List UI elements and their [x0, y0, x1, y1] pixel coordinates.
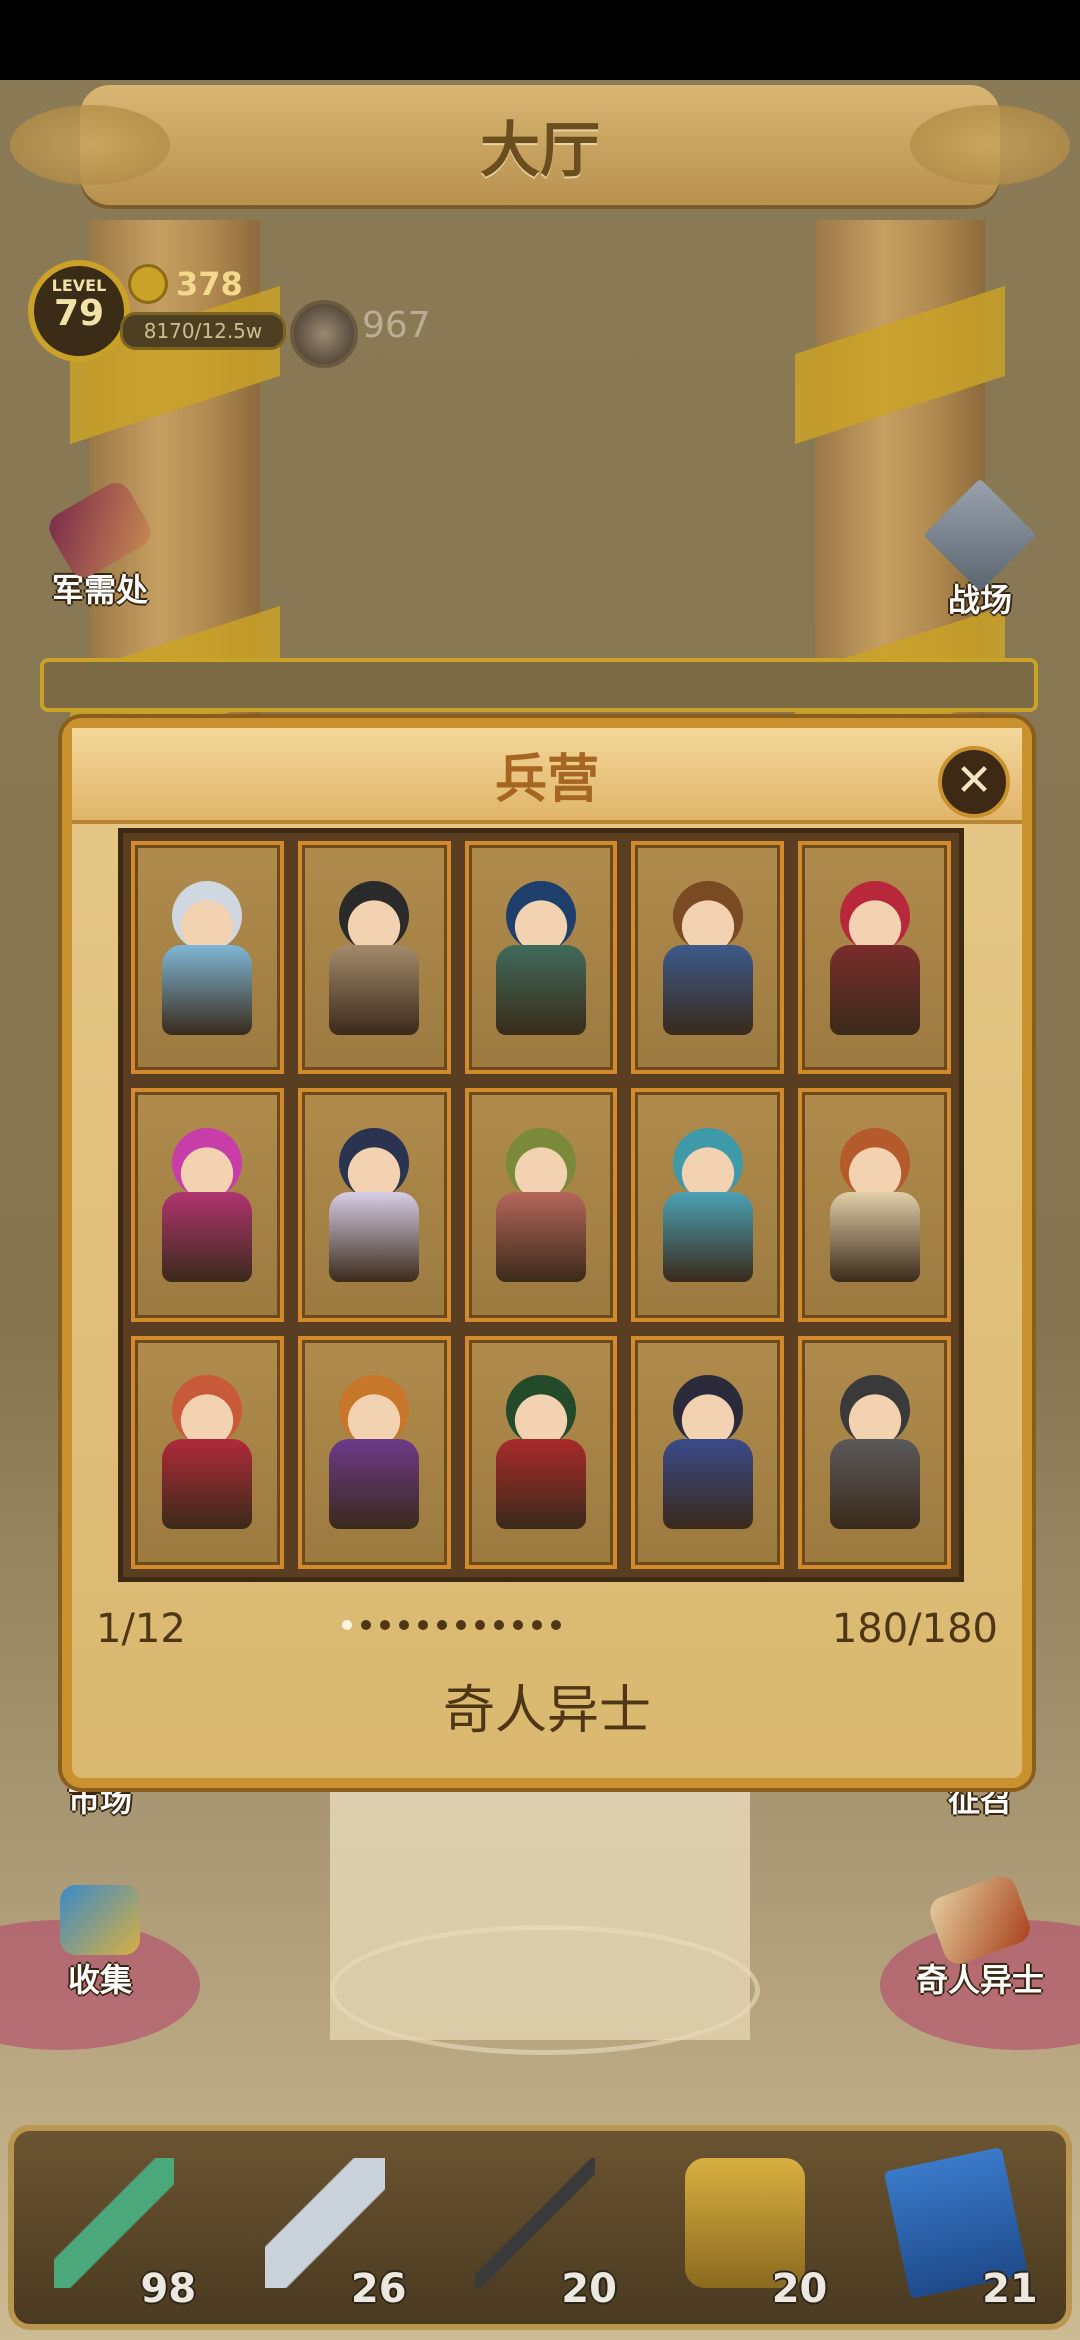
character-card[interactable]	[131, 841, 284, 1075]
xp-bar: 8170/12.5w	[120, 312, 286, 350]
page-dot[interactable]	[456, 1620, 466, 1630]
character-portrait	[329, 1127, 420, 1282]
page-dot[interactable]	[513, 1620, 523, 1630]
inventory-item[interactable]: 20	[455, 2138, 625, 2318]
character-portrait	[829, 1127, 920, 1282]
category-caption: 奇人异士	[442, 1681, 651, 1741]
item-count: 20	[771, 2265, 828, 2312]
character-portrait	[162, 880, 253, 1035]
character-portrait	[662, 1127, 753, 1282]
close-button[interactable]: ✕	[938, 746, 1010, 818]
inventory-item[interactable]: 20	[665, 2138, 835, 2318]
character-card[interactable]	[464, 1335, 618, 1569]
character-card[interactable]	[631, 1088, 785, 1322]
coin-icon	[128, 264, 168, 304]
scroll-icon	[925, 1871, 1035, 1969]
battlefield-button[interactable]: 战场	[900, 478, 1060, 621]
barracks-dialog: 兵营 ✕ 1/12 180/180 奇人异士	[62, 718, 1032, 1788]
character-card[interactable]	[798, 841, 951, 1075]
page-dot[interactable]	[475, 1620, 485, 1630]
character-portrait	[495, 1375, 586, 1530]
item-count: 21	[982, 2265, 1038, 2312]
collection-label: 收集	[67, 1961, 132, 1999]
page-dot[interactable]	[418, 1620, 428, 1630]
item-count: 98	[140, 2265, 197, 2312]
level-badge[interactable]: LEVEL 79	[28, 260, 130, 362]
dialog-header: 兵营	[72, 728, 1022, 824]
character-card[interactable]	[464, 1088, 618, 1322]
quartermaster-label: 军需处	[51, 571, 148, 609]
close-icon: ✕	[955, 755, 993, 806]
character-card[interactable]	[798, 1088, 951, 1322]
inventory-item[interactable]: 98	[34, 2138, 204, 2318]
cards-icon	[60, 1885, 140, 1955]
quartermaster-button[interactable]: 军需处	[20, 477, 180, 611]
character-portrait	[829, 880, 920, 1035]
page-dot[interactable]	[532, 1620, 542, 1630]
character-card[interactable]	[131, 1088, 284, 1322]
status-bar	[0, 0, 1080, 80]
character-card[interactable]	[631, 1335, 785, 1569]
character-portrait	[329, 1375, 420, 1530]
character-portrait	[495, 880, 586, 1035]
inventory-item[interactable]: 21	[876, 2138, 1046, 2318]
character-card[interactable]	[631, 841, 785, 1075]
character-card[interactable]	[297, 1088, 451, 1322]
inventory-bar: 98 26 20 20 21	[8, 2125, 1072, 2330]
light-beam	[330, 1780, 750, 2040]
character-portrait	[662, 880, 753, 1035]
collection-button[interactable]: 收集	[20, 1885, 180, 2001]
dialog-title: 兵营	[494, 748, 599, 810]
character-card[interactable]	[798, 1335, 951, 1569]
page-dot[interactable]	[494, 1620, 504, 1630]
lion-emblem-icon	[290, 300, 358, 368]
item-count: 20	[561, 2265, 617, 2312]
character-portrait	[329, 880, 420, 1035]
item-count: 26	[350, 2265, 407, 2312]
character-card[interactable]	[297, 1335, 451, 1569]
gold-value: 378	[176, 265, 243, 303]
page-dot[interactable]	[361, 1620, 371, 1630]
page-title: 大厅	[480, 115, 600, 186]
emblem-value: 967	[362, 305, 431, 346]
character-card[interactable]	[297, 841, 451, 1075]
character-card[interactable]	[464, 841, 618, 1075]
character-count: 180/180	[831, 1606, 998, 1652]
character-portrait	[162, 1375, 253, 1530]
page-dots	[342, 1620, 561, 1630]
page-dot[interactable]	[437, 1620, 447, 1630]
inventory-item[interactable]: 26	[245, 2138, 415, 2318]
character-card[interactable]	[131, 1335, 284, 1569]
page-indicator: 1/12	[96, 1606, 186, 1652]
level-value: 79	[53, 293, 105, 334]
character-portrait	[829, 1375, 920, 1530]
gold-counter: 378	[128, 262, 243, 306]
heroes-label: 奇人异士	[915, 1961, 1044, 1999]
character-grid	[118, 828, 964, 1582]
page-dot[interactable]	[399, 1620, 409, 1630]
title-bar: 大厅	[10, 85, 1070, 205]
banner-strip	[40, 658, 1038, 712]
character-portrait	[495, 1127, 586, 1282]
page-dot[interactable]	[551, 1620, 561, 1630]
page-dot[interactable]	[380, 1620, 390, 1630]
page-dot[interactable]	[342, 1620, 352, 1630]
character-portrait	[662, 1375, 753, 1530]
heroes-button[interactable]: 奇人异士	[880, 1871, 1080, 2001]
character-portrait	[162, 1127, 253, 1282]
